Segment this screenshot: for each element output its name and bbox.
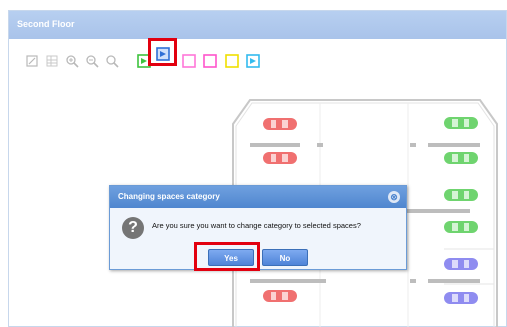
confirm-dialog: Changing spaces category ⊗ ? Are you sur… — [109, 185, 407, 271]
dialog-header: Changing spaces category ⊗ — [110, 186, 406, 208]
car-space-green[interactable] — [443, 188, 479, 202]
zoom-in-icon[interactable] — [65, 54, 79, 68]
lane-divider — [428, 279, 480, 283]
zoom-reset-icon[interactable] — [105, 54, 119, 68]
flag-cyan-icon[interactable] — [246, 54, 260, 68]
dialog-title: Changing spaces category — [118, 192, 220, 201]
flag-pink-icon[interactable] — [182, 54, 196, 68]
lane-divider — [428, 143, 480, 147]
car-space-red[interactable] — [262, 117, 298, 131]
car-space-green[interactable] — [443, 151, 479, 165]
panel-title: Second Floor — [17, 19, 75, 29]
lane-divider — [250, 143, 300, 147]
car-space-green[interactable] — [443, 116, 479, 130]
car-space-green[interactable] — [443, 220, 479, 234]
car-space-purple[interactable] — [443, 291, 479, 305]
no-button[interactable]: No — [262, 249, 308, 266]
lane-divider — [250, 279, 326, 283]
flag-yellow-icon[interactable] — [225, 54, 239, 68]
lane-dash — [317, 143, 323, 147]
yes-highlight-box — [194, 242, 260, 271]
lane-dash — [410, 143, 416, 147]
flag-magenta-icon[interactable] — [203, 54, 217, 68]
car-space-red[interactable] — [262, 289, 298, 303]
close-icon[interactable]: ⊗ — [388, 191, 400, 203]
zoom-out-icon[interactable] — [85, 54, 99, 68]
panel-header: Second Floor — [9, 11, 506, 39]
dialog-message: Are you sure you want to change category… — [152, 221, 361, 230]
car-space-red[interactable] — [262, 151, 298, 165]
lane-dash — [410, 279, 416, 283]
edit-icon[interactable] — [25, 54, 39, 68]
car-space-purple[interactable] — [443, 257, 479, 271]
question-icon: ? — [122, 217, 144, 239]
toolbar-highlight-box — [148, 38, 177, 66]
grid-icon[interactable] — [45, 54, 59, 68]
